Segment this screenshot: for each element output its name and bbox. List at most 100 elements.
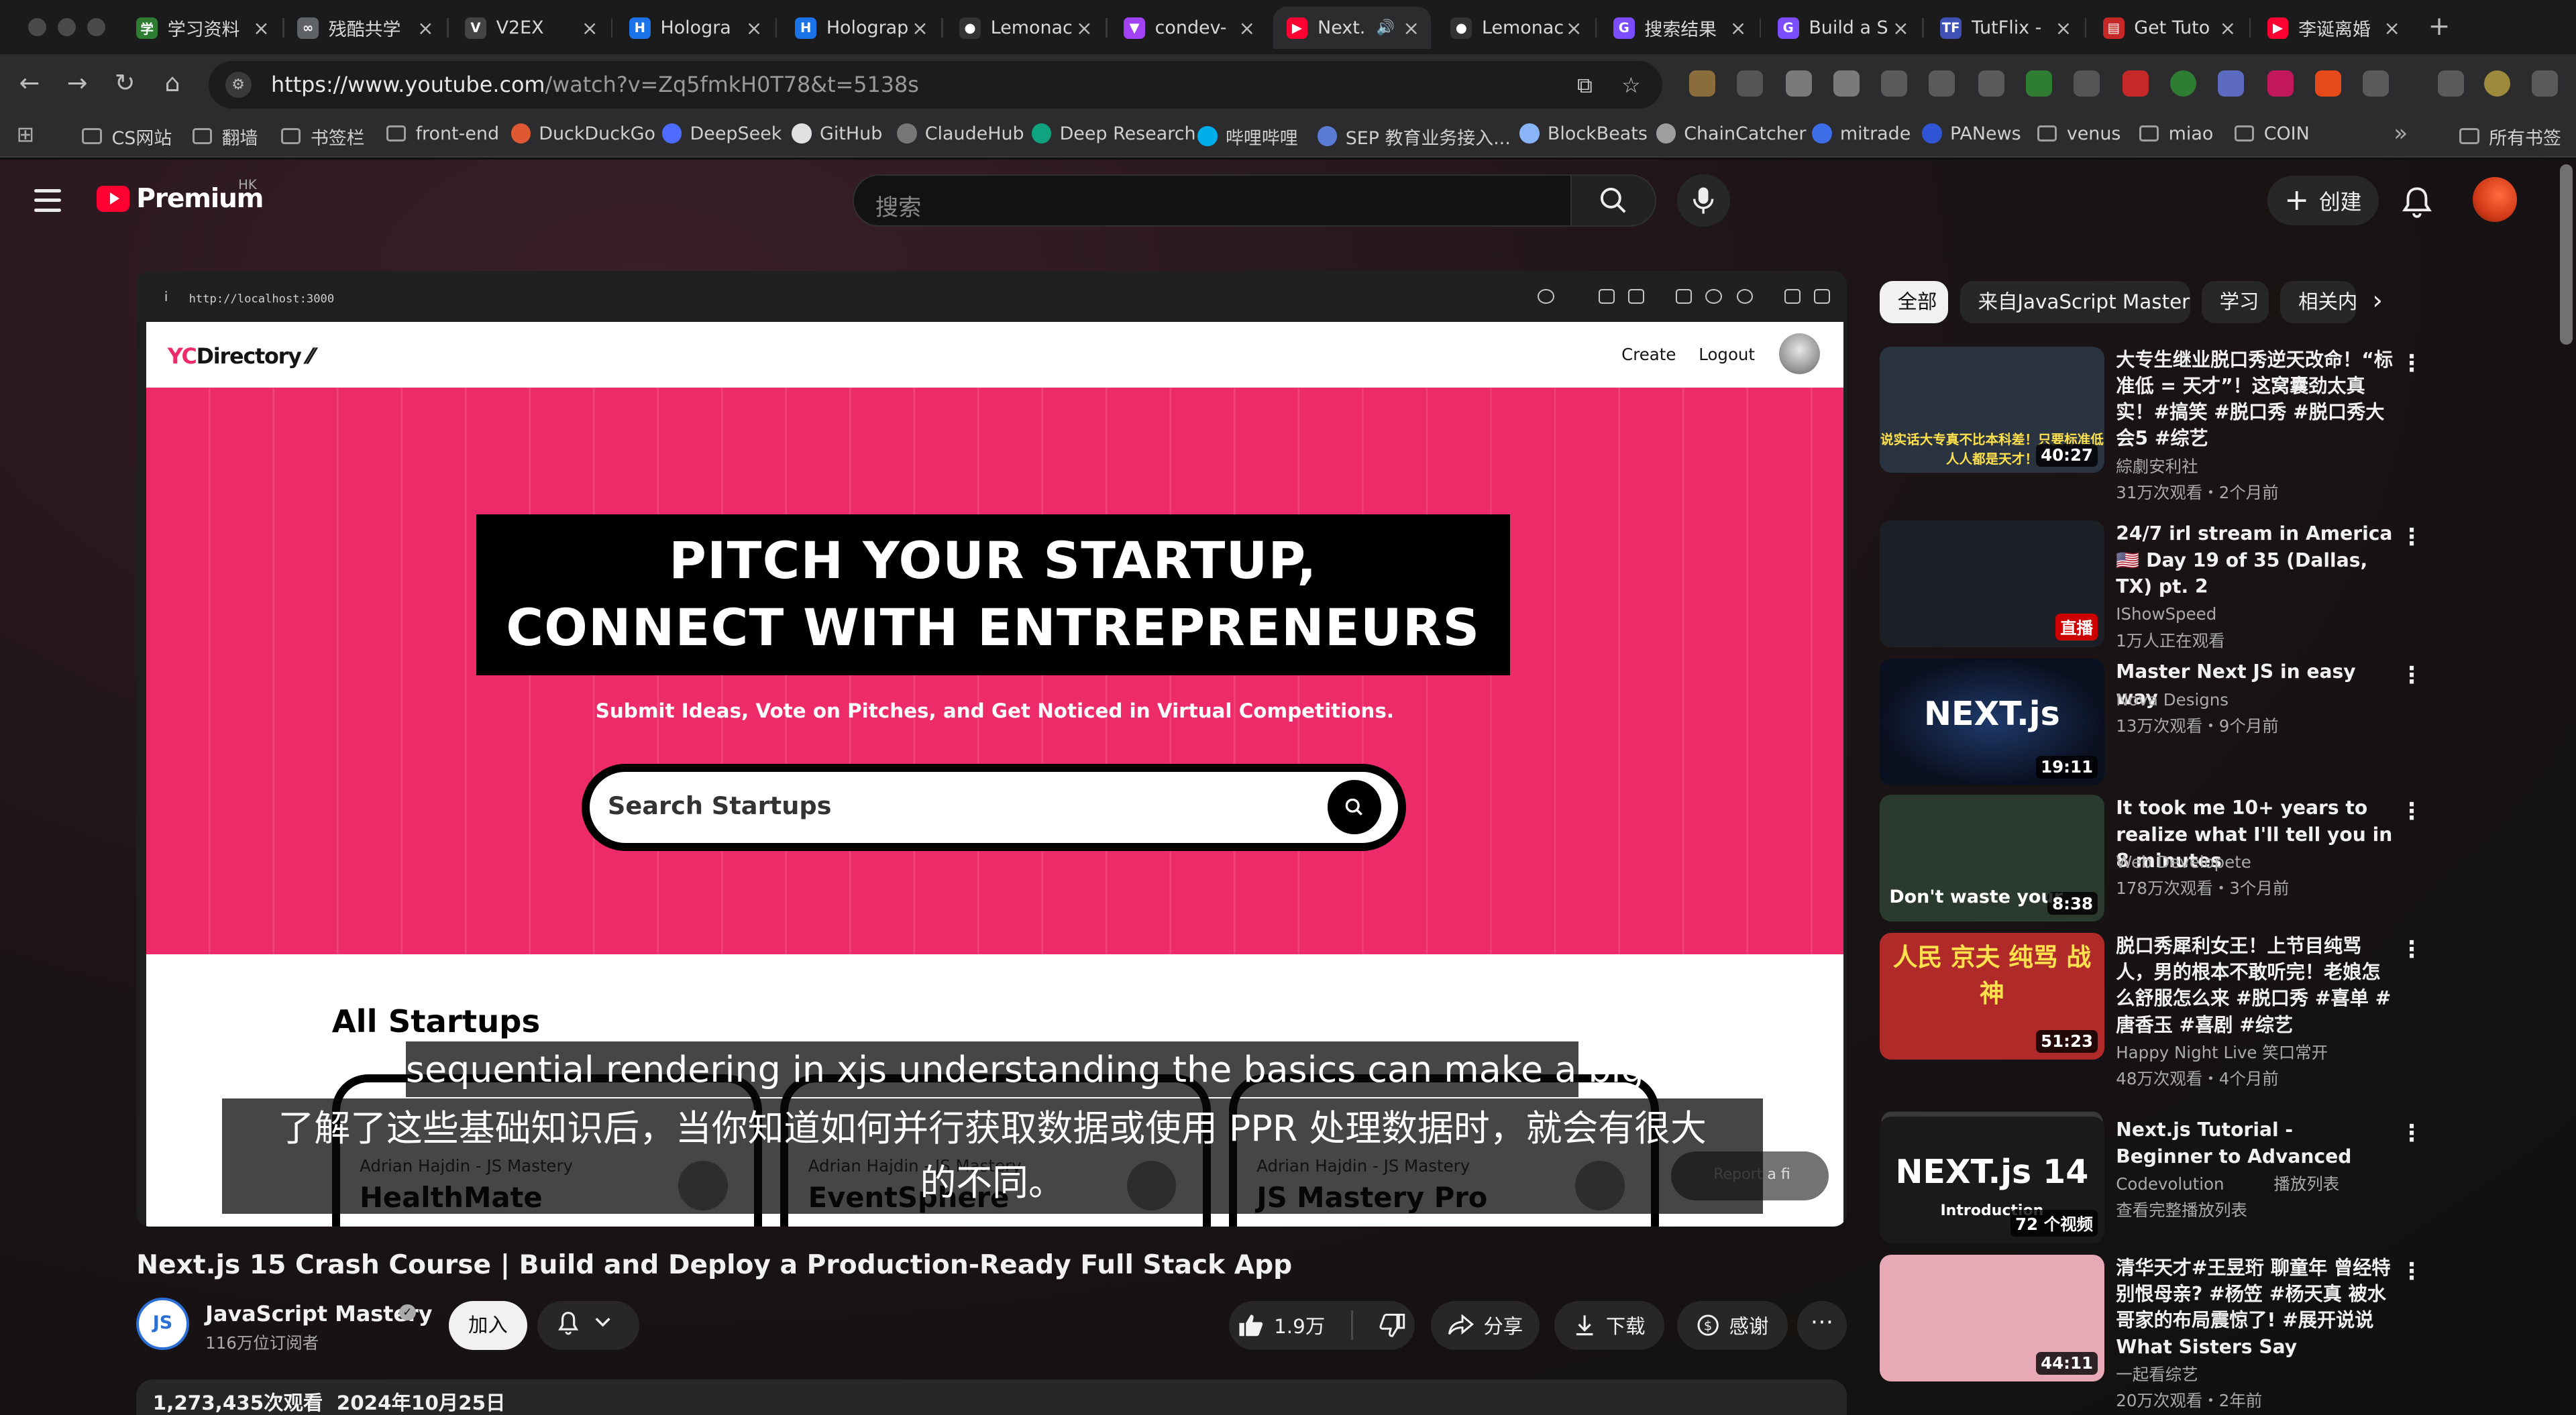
bookmark-item[interactable]: COIN: [2234, 123, 2310, 144]
user-avatar[interactable]: [2472, 177, 2517, 222]
recommended-video[interactable]: 44:11 清华天才#王昱珩 聊童年 曾经特别恨母亲? #杨笠 #杨天真 被水哥家…: [1879, 1255, 2520, 1410]
description-box[interactable]: 1,273,435次观看 2024年10月25日: [136, 1379, 1847, 1415]
video-thumbnail[interactable]: 人民 京夫 纯骂 战神 51:23: [1879, 933, 2105, 1060]
close-tab-icon[interactable]: ×: [2053, 17, 2073, 40]
close-tab-icon[interactable]: ×: [2218, 17, 2237, 40]
video-thumbnail[interactable]: 44:11: [1879, 1255, 2105, 1381]
bookmark-item[interactable]: 书签栏: [280, 123, 365, 150]
more-options-icon[interactable]: ⋮: [2400, 524, 2423, 551]
thumbs-down-icon[interactable]: [1379, 1313, 1405, 1338]
extension-icon[interactable]: [1881, 70, 1908, 97]
close-tab-icon[interactable]: ×: [416, 17, 435, 40]
recommended-channel[interactable]: 一起看综艺: [2116, 1361, 2198, 1388]
recommended-video[interactable]: 人民 京夫 纯骂 战神 51:23 脱口秀犀利女王！上节目纯骂人，男的根本不敢听完！…: [1879, 933, 2520, 1088]
extension-icon[interactable]: [2025, 70, 2052, 97]
extension-icon[interactable]: [2483, 70, 2511, 97]
recommended-channel[interactable]: Happy Night Live 笑口常开: [2116, 1039, 2328, 1066]
extension-icon[interactable]: [1688, 70, 1715, 97]
browser-tab[interactable]: ● Lemonac ×: [1438, 7, 1594, 50]
recommended-title[interactable]: Next.js Tutorial - Beginner to Advanced: [2116, 1117, 2395, 1169]
bookmark-item[interactable]: ClaudeHub: [897, 123, 1024, 144]
forward-icon[interactable]: →: [61, 67, 94, 100]
more-options-icon[interactable]: ⋮: [2400, 350, 2423, 377]
youtube-logo-icon[interactable]: [97, 185, 130, 212]
recommended-video[interactable]: NEXT.js 19:11 Master Next JS in easy way No…: [1879, 659, 2520, 790]
close-tab-icon[interactable]: ×: [252, 17, 271, 40]
bookmark-item[interactable]: SEP 教育业务接入...: [1318, 123, 1511, 150]
extension-icon[interactable]: [1978, 70, 2004, 97]
minimize-window-dot[interactable]: [57, 17, 76, 36]
bookmark-item[interactable]: BlockBeats: [1519, 123, 1648, 144]
install-app-icon[interactable]: ⧉: [1577, 72, 1593, 99]
extension-icon[interactable]: [2438, 70, 2465, 97]
filter-chip[interactable]: 学习: [2201, 280, 2269, 324]
more-options-icon[interactable]: ⋮: [2400, 936, 2423, 963]
thumbs-up-icon[interactable]: [1238, 1313, 1264, 1338]
browser-tab[interactable]: G 搜索结果 ×: [1600, 7, 1758, 50]
bookmark-item[interactable]: miao: [2139, 123, 2213, 144]
extension-icon[interactable]: [2123, 70, 2149, 97]
recommended-video[interactable]: Don't waste your 8:38 It took me 10+ years…: [1879, 795, 2520, 926]
more-options-icon[interactable]: ⋮: [2400, 1120, 2423, 1147]
more-options-icon[interactable]: ⋮: [2400, 1258, 2423, 1285]
extension-icon[interactable]: [2314, 70, 2341, 97]
create-button[interactable]: + 创建: [2267, 176, 2379, 225]
site-settings-icon[interactable]: ⚙: [225, 71, 252, 98]
recommended-title[interactable]: 24/7 irl stream in America 🇺🇸 Day 19 of …: [2116, 520, 2395, 600]
share-button[interactable]: 分享: [1431, 1300, 1540, 1351]
close-tab-icon[interactable]: ×: [1564, 17, 1583, 40]
close-tab-icon[interactable]: ×: [580, 17, 600, 40]
bookmark-item[interactable]: Deep Research: [1031, 123, 1196, 144]
browser-tab[interactable]: V V2EX ×: [451, 7, 609, 50]
subscription-bell-button[interactable]: [537, 1300, 639, 1351]
recommended-video[interactable]: 直播 24/7 irl stream in America 🇺🇸 Day 19 o…: [1879, 520, 2520, 652]
extension-icon[interactable]: [2267, 70, 2294, 97]
address-bar[interactable]: ⚙ https://www.youtube.com/watch?v=Zq5fmk…: [209, 60, 1663, 109]
tab-audio-icon[interactable]: 🔊: [1377, 19, 1395, 36]
video-thumbnail[interactable]: 直播: [1879, 520, 2105, 647]
hamburger-menu-icon[interactable]: [34, 188, 61, 212]
recommended-title[interactable]: 大专生继业脱口秀逆天改命！“标准低 = 天才”！这窝囊劲太真实！#搞笑 #脱口秀…: [2116, 347, 2395, 452]
thanks-button[interactable]: $ 感谢: [1677, 1300, 1788, 1351]
extension-icon[interactable]: [1736, 70, 1763, 97]
bookmark-item[interactable]: DuckDuckGo: [511, 123, 655, 144]
more-options-icon[interactable]: ⋮: [2400, 662, 2423, 689]
filter-chip[interactable]: 来自JavaScript Mastery: [1960, 280, 2190, 324]
download-button[interactable]: 下载: [1554, 1300, 1664, 1351]
reload-icon[interactable]: ↻: [109, 67, 142, 100]
recommended-channel[interactable]: IShowSpeed: [2116, 601, 2216, 627]
browser-tab[interactable]: ▶ 李诞离婚 ×: [2254, 7, 2412, 50]
chips-next-icon[interactable]: ›: [2372, 286, 2383, 316]
bookmark-item[interactable]: DeepSeek: [661, 123, 782, 144]
back-icon[interactable]: ←: [13, 67, 46, 100]
browser-tab[interactable]: G Build a S ×: [1764, 7, 1921, 50]
home-icon[interactable]: ⌂: [156, 67, 189, 100]
close-tab-icon[interactable]: ×: [1728, 17, 1748, 40]
video-thumbnail[interactable]: 说实话大专真不比本科差！只要标准低人人都是天才！ 40:27: [1879, 346, 2105, 473]
extension-icon[interactable]: [2218, 70, 2245, 97]
notifications-bell-icon[interactable]: [2399, 184, 2435, 220]
recommended-channel[interactable]: Nova Designs: [2116, 687, 2229, 713]
extension-icon[interactable]: [2073, 70, 2100, 97]
extension-icon[interactable]: [1786, 70, 1813, 97]
extension-icon[interactable]: [2362, 70, 2389, 97]
search-input[interactable]: 搜索: [853, 174, 1572, 227]
bookmark-item[interactable]: ChainCatcher: [1656, 123, 1806, 144]
bookmark-item[interactable]: 哔哩哔哩: [1197, 123, 1298, 150]
recommended-title[interactable]: 脱口秀犀利女王！上节目纯骂人，男的根本不敢听完！老娘怎么舒服怎么来 #脱口秀 #…: [2116, 933, 2395, 1038]
join-button[interactable]: 加入: [448, 1300, 528, 1351]
extension-icon[interactable]: [1833, 70, 1860, 97]
apps-grid-icon[interactable]: ⊞: [16, 121, 34, 147]
recommended-channel[interactable]: 綜劇安利社: [2116, 453, 2198, 479]
close-tab-icon[interactable]: ×: [744, 17, 763, 40]
browser-tab[interactable]: H Holograp ×: [782, 7, 940, 50]
close-window-dot[interactable]: [28, 17, 46, 36]
browser-tab[interactable]: ▶ Next. 🔊 ×: [1273, 6, 1432, 50]
close-tab-icon[interactable]: ×: [1401, 17, 1421, 40]
more-bookmarks-icon[interactable]: »: [2394, 120, 2408, 147]
browser-tab[interactable]: ▼ condev- ×: [1111, 7, 1267, 50]
recommended-video[interactable]: NEXT.js 14 Introduction 72 个视频 Next.js Tuto…: [1879, 1117, 2520, 1248]
bookmark-item[interactable]: mitrade: [1812, 123, 1911, 144]
close-tab-icon[interactable]: ×: [1075, 17, 1094, 40]
voice-search-button[interactable]: [1677, 174, 1730, 227]
